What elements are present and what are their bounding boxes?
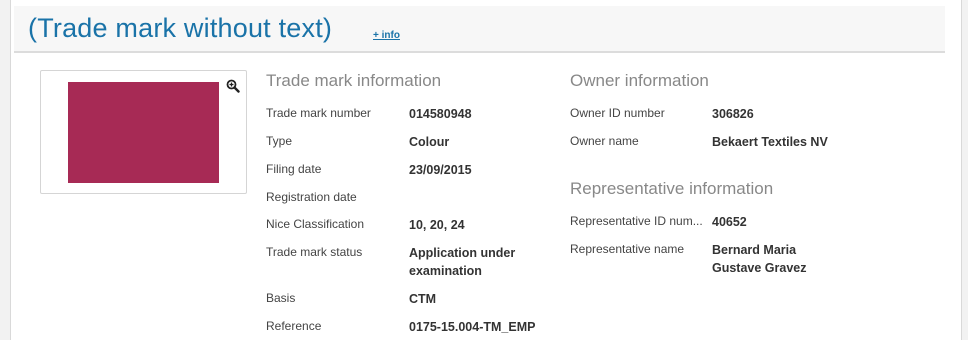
trade-mark-status-line-2: examination: [409, 264, 482, 278]
representative-name-value: Bernard Maria Gustave Gravez: [712, 241, 807, 277]
representative-name-label: Representative name: [570, 242, 685, 256]
page-title: (Trade mark without text): [28, 13, 333, 43]
representative-info-title: Representative information: [570, 179, 774, 198]
filing-date-value: 23/09/2015: [409, 163, 472, 177]
trade-mark-status-line-1: Application under: [409, 246, 516, 260]
owner-name-label: Owner name: [570, 134, 639, 148]
filing-date-label: Filing date: [266, 162, 322, 176]
basis-value: CTM: [409, 292, 437, 306]
representative-id-label: Representative ID num...: [570, 214, 703, 228]
trade-mark-status-value: Application under examination: [409, 244, 515, 280]
more-info-link[interactable]: + info: [373, 30, 400, 41]
owner-name-value: Bekaert Textiles NV: [712, 135, 828, 149]
reference-value: 0175-15.004-TM_EMP: [409, 320, 536, 334]
owner-info-title: Owner information: [570, 71, 709, 90]
card-header: (Trade mark without text) + info: [14, 6, 945, 53]
representative-name-line-2: Gustave Gravez: [712, 261, 807, 275]
basis-label: Basis: [266, 291, 296, 305]
colour-swatch: [68, 82, 219, 183]
trade-mark-number-value: 014580948: [409, 107, 472, 121]
zoom-in-icon[interactable]: [226, 79, 240, 93]
owner-id-value: 306826: [712, 107, 754, 121]
type-label: Type: [266, 134, 293, 148]
trade-mark-image[interactable]: [40, 70, 247, 194]
representative-id-value: 40652: [712, 215, 747, 229]
trade-mark-info-title: Trade mark information: [266, 71, 442, 90]
nice-classification-label: Nice Classification: [266, 217, 365, 231]
reference-label: Reference: [266, 319, 322, 333]
owner-id-label: Owner ID number: [570, 106, 665, 120]
trade-mark-status-label: Trade mark status: [266, 245, 363, 259]
nice-classification-value: 10, 20, 24: [409, 218, 465, 232]
registration-date-label: Registration date: [266, 190, 357, 204]
trade-mark-number-label: Trade mark number: [266, 106, 371, 120]
type-value: Colour: [409, 135, 450, 149]
representative-name-line-1: Bernard Maria: [712, 243, 797, 257]
